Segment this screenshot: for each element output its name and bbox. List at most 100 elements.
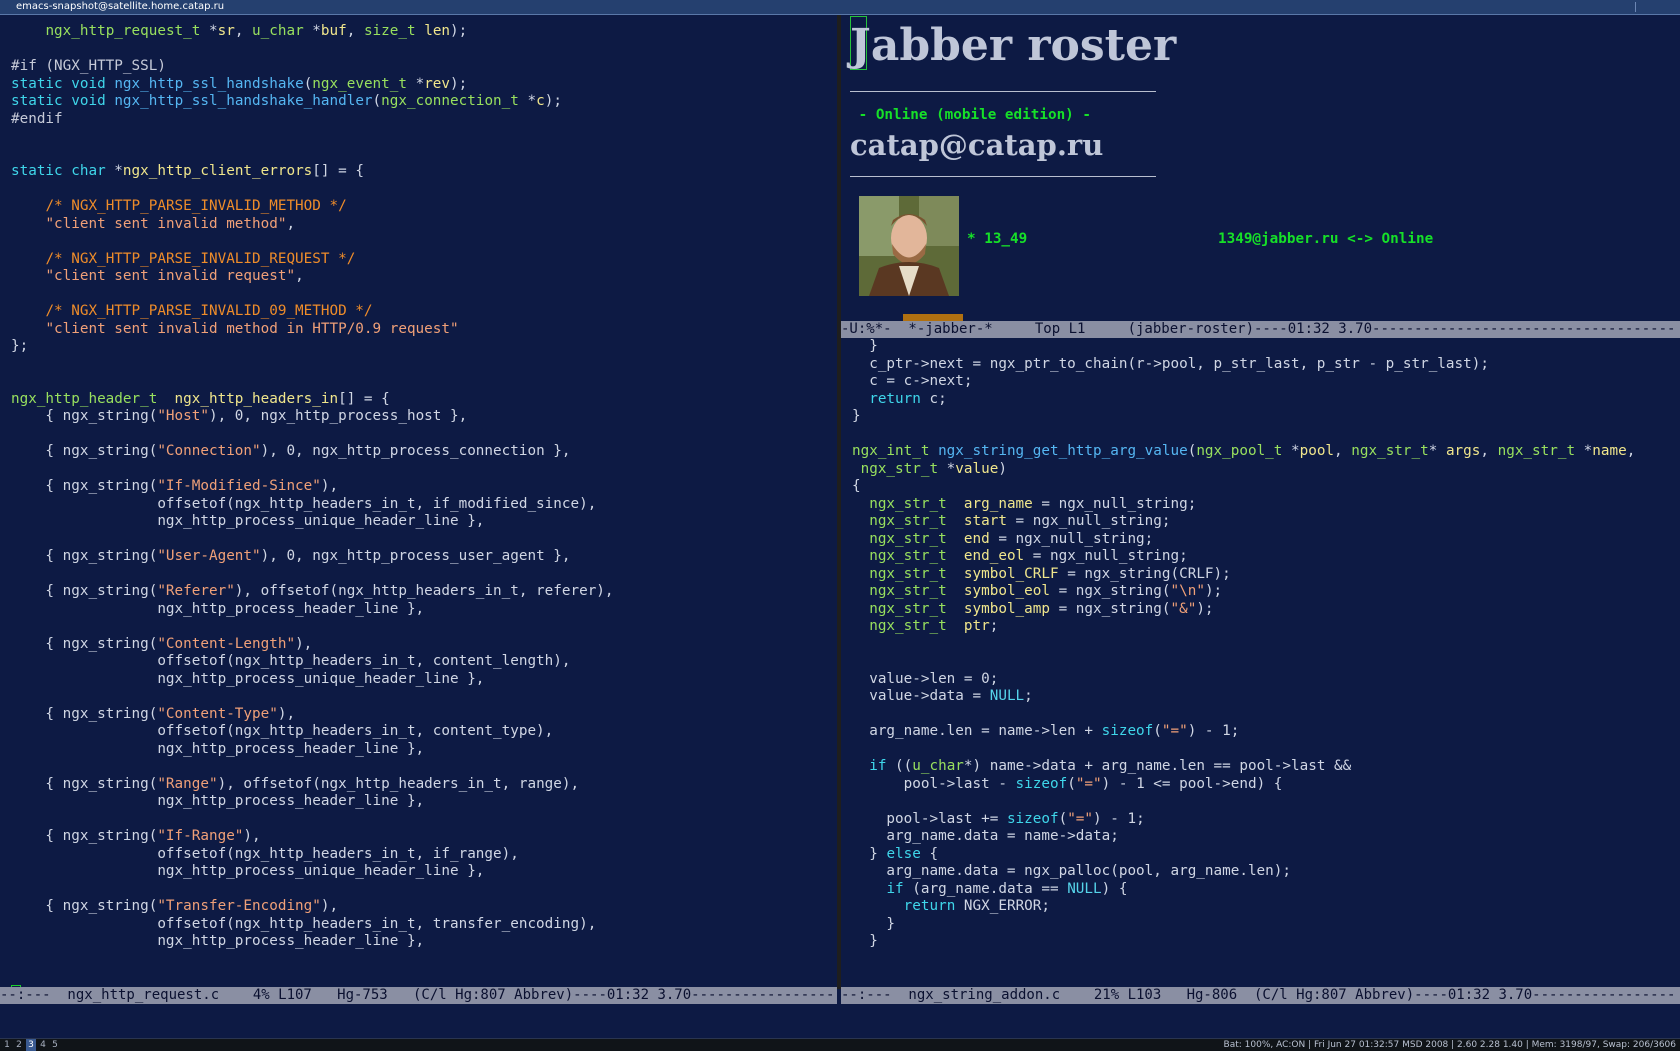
- code-line[interactable]: ngx_http_process_unique_header_line },: [11, 512, 484, 530]
- code-line[interactable]: ngx_str_t symbol_eol = ngx_string("\n");: [852, 582, 1222, 600]
- code-line[interactable]: offsetof(ngx_http_headers_in_t, if_range…: [11, 845, 519, 863]
- code-token: value: [955, 460, 999, 477]
- code-line[interactable]: value->data = NULL;: [852, 687, 1033, 705]
- code-line[interactable]: { ngx_string("User-Agent"), 0, ngx_http_…: [11, 547, 570, 565]
- code-line[interactable]: ngx_http_request_t *sr, u_char *buf, siz…: [11, 22, 467, 40]
- code-line[interactable]: { ngx_string("Connection"), 0, ngx_http_…: [11, 442, 570, 460]
- code-line[interactable]: } else {: [852, 845, 938, 863]
- code-line[interactable]: static char *ngx_http_client_errors[] = …: [11, 162, 364, 180]
- code-line[interactable]: static void ngx_http_ssl_handshake_handl…: [11, 92, 562, 110]
- code-line[interactable]: #if (NGX_HTTP_SSL): [11, 57, 166, 75]
- window-titlebar[interactable]: emacs-snapshot@satellite.home.catap.ru: [0, 0, 1680, 15]
- code-line[interactable]: ngx_str_t symbol_amp = ngx_string("&");: [852, 600, 1213, 618]
- code-line[interactable]: ngx_str_t arg_name = ngx_null_string;: [852, 495, 1196, 513]
- code-token: ngx_event_t: [312, 75, 407, 92]
- editor-pane-left[interactable]: ngx_http_request_t *sr, u_char *buf, siz…: [0, 15, 837, 989]
- code-line[interactable]: ngx_http_process_header_line },: [11, 740, 424, 758]
- code-line[interactable]: ngx_str_t end_eol = ngx_null_string;: [852, 547, 1188, 565]
- jabber-roster-pane[interactable]: Jabber roster - Online (mobile edition) …: [841, 15, 1680, 321]
- code-line[interactable]: offsetof(ngx_http_headers_in_t, content_…: [11, 722, 553, 740]
- workspace-button[interactable]: 3: [26, 1039, 36, 1051]
- code-line[interactable]: { ngx_string("Content-Type"),: [11, 705, 295, 723]
- code-line[interactable]: ngx_http_process_unique_header_line },: [11, 862, 484, 880]
- code-line[interactable]: return NGX_ERROR;: [852, 897, 1050, 915]
- code-token: }: [852, 933, 878, 949]
- code-line[interactable]: return c;: [852, 390, 946, 408]
- code-line[interactable]: }: [852, 337, 878, 355]
- code-line[interactable]: #endif: [11, 110, 63, 128]
- code-line[interactable]: ngx_http_process_header_line },: [11, 932, 424, 950]
- code-line[interactable]: {: [852, 477, 861, 495]
- modeline-jabber[interactable]: -U:%*- *-jabber-* Top L1 (jabber-roster)…: [841, 321, 1680, 338]
- code-line[interactable]: if ((u_char*) name->data + arg_name.len …: [852, 757, 1351, 775]
- code-token: ngx_string_get_http_arg_value: [938, 443, 1188, 459]
- code-line[interactable]: { ngx_string("If-Modified-Since"),: [11, 477, 338, 495]
- workspace-button[interactable]: 2: [14, 1039, 24, 1051]
- code-token: /* NGX_HTTP_PARSE_INVALID_09_METHOD */: [45, 303, 373, 319]
- presence-status[interactable]: - Online (mobile edition) -: [850, 107, 1091, 123]
- code-line[interactable]: offsetof(ngx_http_headers_in_t, transfer…: [11, 915, 596, 933]
- workspace-button[interactable]: 5: [50, 1039, 60, 1051]
- code-line[interactable]: { ngx_string("Referer"), offsetof(ngx_ht…: [11, 582, 613, 600]
- modeline-left[interactable]: --:--- ngx_http_request.c 4% L107 Hg-753…: [0, 987, 837, 1004]
- workspace-button[interactable]: 1: [2, 1039, 12, 1051]
- contact-jid[interactable]: 1349@jabber.ru <-> Online: [1218, 231, 1433, 247]
- code-token: *) name->data + arg_name.len == pool->la…: [963, 758, 1352, 774]
- code-token: ;: [1024, 688, 1033, 704]
- code-line[interactable]: { ngx_string("Transfer-Encoding"),: [11, 897, 338, 915]
- code-line[interactable]: ngx_http_process_header_line },: [11, 600, 424, 618]
- code-line[interactable]: ngx_str_t start = ngx_null_string;: [852, 512, 1170, 530]
- code-line[interactable]: };: [11, 337, 28, 355]
- code-line[interactable]: arg_name.data = name->data;: [852, 827, 1118, 845]
- code-line[interactable]: ngx_str_t ptr;: [852, 617, 998, 635]
- code-line[interactable]: { ngx_string("Range"), offsetof(ngx_http…: [11, 775, 579, 793]
- code-line[interactable]: /* NGX_HTTP_PARSE_INVALID_REQUEST */: [11, 250, 355, 268]
- code-line[interactable]: ngx_str_t symbol_CRLF = ngx_string(CRLF)…: [852, 565, 1231, 583]
- modeline-right[interactable]: --:--- ngx_string_addon.c 21% L103 Hg-80…: [841, 987, 1680, 1004]
- code-line[interactable]: arg_name.data = ngx_palloc(pool, arg_nam…: [852, 862, 1291, 880]
- code-line[interactable]: "client sent invalid method in HTTP/0.9 …: [11, 320, 458, 338]
- code-line[interactable]: /* NGX_HTTP_PARSE_INVALID_09_METHOD */: [11, 302, 373, 320]
- code-token: ;: [989, 618, 999, 634]
- window-controls[interactable]: [1635, 2, 1676, 12]
- code-token: sr: [217, 23, 235, 39]
- code-token: start: [963, 513, 1007, 529]
- code-line[interactable]: /* NGX_HTTP_PARSE_INVALID_METHOD */: [11, 197, 346, 215]
- code-line[interactable]: { ngx_string("If-Range"),: [11, 827, 260, 845]
- code-token: { ngx_string(: [11, 775, 158, 792]
- code-line[interactable]: "client sent invalid method",: [11, 215, 295, 233]
- echo-area[interactable]: [0, 1004, 1680, 1038]
- code-token: ),: [320, 478, 339, 494]
- code-line[interactable]: offsetof(ngx_http_headers_in_t, if_modif…: [11, 495, 596, 513]
- code-line[interactable]: "client sent invalid request",: [11, 267, 303, 285]
- code-token: *: [406, 75, 425, 92]
- code-line[interactable]: arg_name.len = name->len + sizeof("=") -…: [852, 722, 1239, 740]
- code-line[interactable]: }: [852, 915, 895, 933]
- code-line[interactable]: pool->last - sizeof("=") - 1 <= pool->en…: [852, 775, 1283, 793]
- code-line[interactable]: pool->last += sizeof("=") - 1;: [852, 810, 1144, 828]
- code-line[interactable]: c_ptr->next = ngx_ptr_to_chain(r->pool, …: [852, 355, 1489, 373]
- code-line[interactable]: static void ngx_http_ssl_handshake(ngx_e…: [11, 75, 467, 93]
- code-line[interactable]: ngx_http_process_unique_header_line },: [11, 670, 484, 688]
- code-line[interactable]: }: [852, 407, 861, 425]
- code-line[interactable]: ngx_http_process_header_line },: [11, 792, 424, 810]
- code-line[interactable]: offsetof(ngx_http_headers_in_t, content_…: [11, 652, 570, 670]
- contact-name[interactable]: * 13_49: [967, 231, 1027, 247]
- code-line[interactable]: { ngx_string("Content-Length"),: [11, 635, 312, 653]
- code-line[interactable]: ngx_str_t end = ngx_null_string;: [852, 530, 1153, 548]
- code-line[interactable]: { ngx_string("Host"), 0, ngx_http_proces…: [11, 407, 467, 425]
- code-line[interactable]: if (arg_name.data == NULL) {: [852, 880, 1127, 898]
- code-token: (: [1153, 723, 1162, 739]
- code-line[interactable]: ngx_str_t *value): [852, 460, 1007, 478]
- code-line[interactable]: value->len = 0;: [852, 670, 998, 688]
- code-line[interactable]: c = c->next;: [852, 372, 972, 390]
- code-line[interactable]: }: [852, 932, 878, 950]
- code-line[interactable]: ngx_http_header_t ngx_http_headers_in[] …: [11, 390, 390, 408]
- workspace-button[interactable]: 4: [38, 1039, 48, 1051]
- code-line[interactable]: ngx_int_t ngx_string_get_http_arg_value(…: [852, 442, 1635, 460]
